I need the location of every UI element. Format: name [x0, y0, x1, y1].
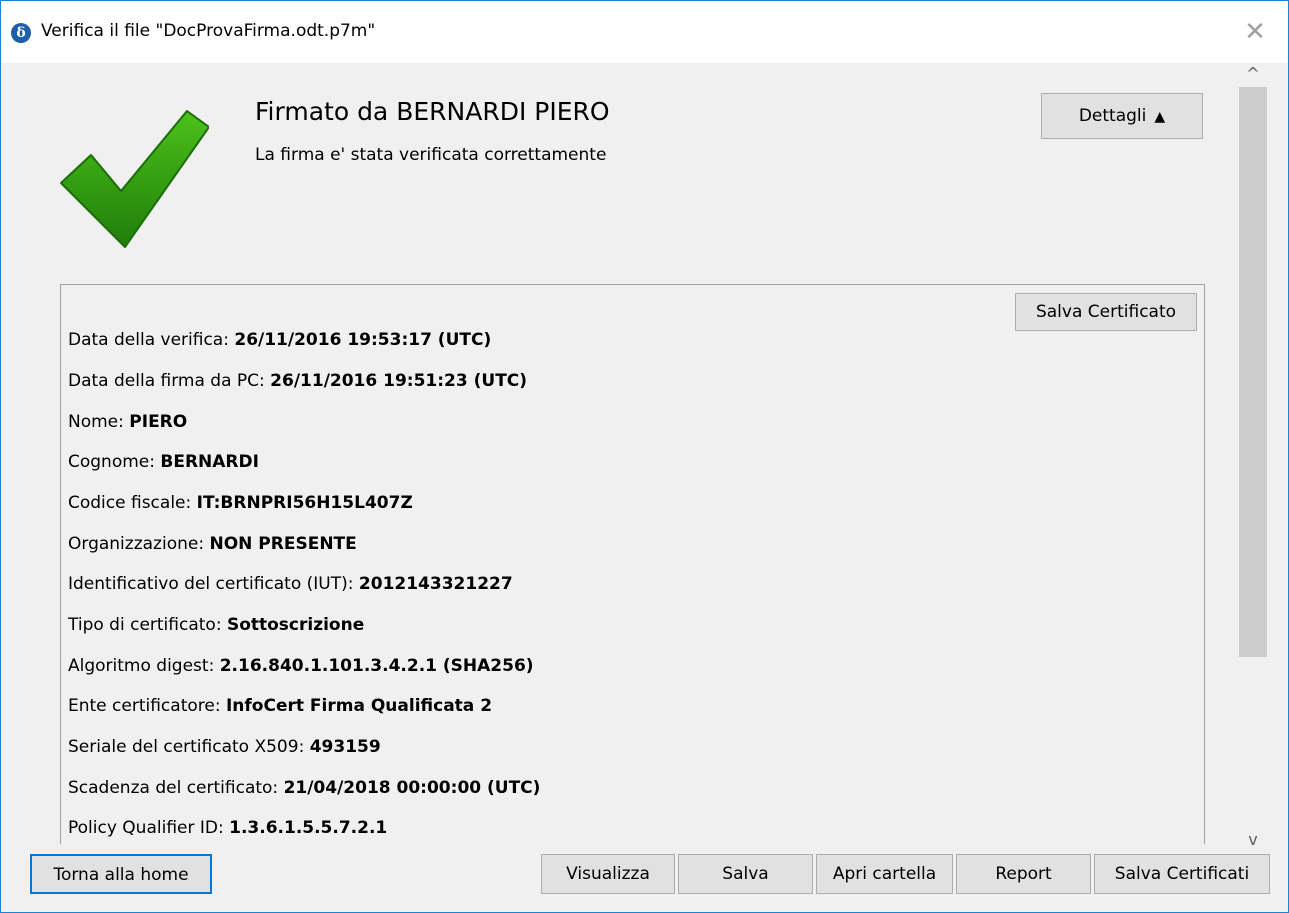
detail-label: Cognome:	[68, 452, 161, 472]
detail-row: Nome: PIERO	[68, 412, 187, 432]
detail-label: Data della firma da PC:	[68, 371, 271, 391]
detail-value: 26/11/2016 19:51:23 (UTC)	[270, 371, 528, 391]
detail-row: Seriale del certificato X509: 493159	[68, 737, 381, 757]
details-toggle-button[interactable]: Dettagli ▲	[1041, 93, 1203, 139]
detail-value: 493159	[309, 737, 381, 757]
certificate-details-panel: Salva Certificato Data della verifica: 2…	[60, 284, 1205, 844]
scroll-down-button[interactable]: v	[1238, 829, 1268, 851]
detail-row: Codice fiscale: IT:BRNPRI56H15L407Z	[68, 493, 413, 513]
checkmark-icon	[60, 110, 209, 248]
detail-row: Cognome: BERNARDI	[68, 452, 259, 472]
detail-label: Seriale del certificato X509:	[68, 737, 310, 757]
detail-value: 2012143321227	[358, 574, 513, 594]
detail-label: Policy Qualifier ID:	[68, 818, 230, 838]
detail-value: BERNARDI	[160, 452, 259, 472]
open-folder-button[interactable]: Apri cartella	[816, 854, 953, 894]
close-button[interactable]: ✕	[1238, 15, 1272, 49]
detail-label: Tipo di certificato:	[68, 615, 227, 635]
detail-label: Data della verifica:	[68, 330, 235, 350]
detail-label: Identificativo del certificato (IUT):	[68, 574, 359, 594]
details-label: Dettagli	[1078, 106, 1147, 126]
title-bar: δ Verifica il file "DocProvaFirma.odt.p7…	[1, 1, 1288, 63]
window-title: Verifica il file "DocProvaFirma.odt.p7m"	[41, 21, 376, 41]
save-certificates-button[interactable]: Salva Certificati	[1094, 854, 1270, 894]
detail-value: InfoCert Firma Qualificata 2	[225, 696, 493, 716]
detail-label: Ente certificatore:	[68, 696, 226, 716]
scroll-thumb[interactable]	[1239, 87, 1267, 657]
detail-row: Policy Qualifier ID: 1.3.6.1.5.5.7.2.1	[68, 818, 387, 838]
vertical-scrollbar[interactable]: ^ v	[1238, 63, 1268, 851]
scroll-up-button[interactable]: ^	[1238, 63, 1268, 85]
save-certificate-button[interactable]: Salva Certificato	[1015, 293, 1197, 331]
detail-value: 2.16.840.1.101.3.4.2.1 (SHA256)	[219, 656, 534, 676]
detail-value: IT:BRNPRI56H15L407Z	[196, 493, 413, 513]
detail-value: 1.3.6.1.5.5.7.2.1	[229, 818, 388, 838]
detail-label: Algoritmo digest:	[68, 656, 220, 676]
report-button[interactable]: Report	[956, 854, 1091, 894]
signature-status-subtitle: La firma e' stata verificata correttamen…	[255, 145, 607, 165]
view-button[interactable]: Visualizza	[541, 854, 675, 894]
detail-value: NON PRESENTE	[209, 534, 357, 554]
chevron-down-icon: v	[1248, 830, 1258, 849]
detail-row: Algoritmo digest: 2.16.840.1.101.3.4.2.1…	[68, 656, 534, 676]
detail-label: Nome:	[68, 412, 130, 432]
close-icon: ✕	[1244, 17, 1266, 47]
detail-row: Identificativo del certificato (IUT): 20…	[68, 574, 513, 594]
detail-row: Organizzazione: NON PRESENTE	[68, 534, 357, 554]
detail-row: Ente certificatore: InfoCert Firma Quali…	[68, 696, 492, 716]
detail-row: Data della verifica: 26/11/2016 19:53:17…	[68, 330, 491, 350]
detail-row: Data della firma da PC: 26/11/2016 19:51…	[68, 371, 527, 391]
detail-value: Sottoscrizione	[226, 615, 365, 635]
back-home-button[interactable]: Torna alla home	[30, 854, 212, 894]
save-button[interactable]: Salva	[678, 854, 813, 894]
collapse-arrow-icon: ▲	[1154, 109, 1166, 125]
detail-label: Scadenza del certificato:	[68, 778, 284, 798]
app-logo-icon: δ	[11, 23, 31, 43]
chevron-up-icon: ^	[1246, 64, 1260, 83]
detail-label: Organizzazione:	[68, 534, 210, 554]
detail-row: Tipo di certificato: Sottoscrizione	[68, 615, 364, 635]
detail-value: 26/11/2016 19:53:17 (UTC)	[234, 330, 492, 350]
signature-status-title: Firmato da BERNARDI PIERO	[255, 97, 610, 126]
detail-value: PIERO	[129, 412, 188, 432]
dialog-window: δ Verifica il file "DocProvaFirma.odt.p7…	[0, 0, 1289, 913]
detail-value: 21/04/2018 00:00:00 (UTC)	[283, 778, 541, 798]
detail-row: Scadenza del certificato: 21/04/2018 00:…	[68, 778, 540, 798]
detail-label: Codice fiscale:	[68, 493, 197, 513]
